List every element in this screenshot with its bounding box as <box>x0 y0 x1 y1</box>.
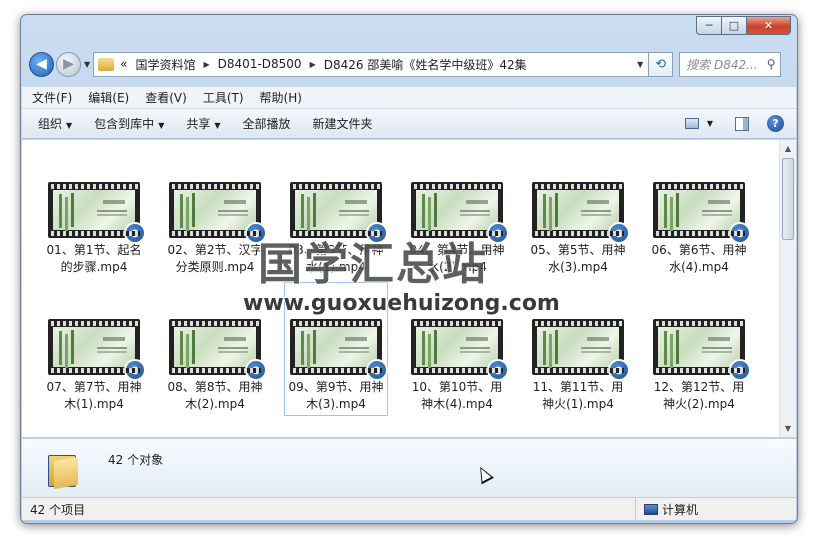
chevron-down-icon: ▼ <box>158 121 165 130</box>
media-player-icon: ● <box>729 359 751 381</box>
file-name: 11、第11节、用神火(1).mp4 <box>532 380 624 411</box>
location-indicator: 计算机 <box>635 498 698 520</box>
file-item[interactable]: ● 05、第5节、用神水(3).mp4 <box>526 182 630 276</box>
media-player-icon: ● <box>487 222 509 244</box>
media-player-icon: ● <box>124 222 146 244</box>
object-count: 42 个对象 <box>108 453 164 467</box>
view-mode-icon[interactable] <box>684 118 699 129</box>
menu-tools[interactable]: 工具(T) <box>203 89 244 106</box>
address-bar[interactable]: « 国学资料馆 ▶ D8401-D8500 ▶ D8426 邵美喻《姓名学中级班… <box>93 51 650 77</box>
include-label: 包含到库中 <box>94 117 155 131</box>
media-player-icon: ● <box>608 222 630 244</box>
menu-edit[interactable]: 编辑(E) <box>88 89 129 106</box>
computer-label: 计算机 <box>662 502 699 517</box>
file-item[interactable]: ● 07、第7节、用神木(1).mp4 <box>42 319 146 413</box>
file-name: 12、第12节、用神火(2).mp4 <box>653 380 745 411</box>
help-icon[interactable]: ? <box>767 115 784 132</box>
command-bar: 组织 ▼ 包含到库中 ▼ 共享 ▼ 全部播放 新建文件夹 ▼ ? <box>22 109 796 139</box>
menu-bar: 文件(F) 编辑(E) 查看(V) 工具(T) 帮助(H) <box>22 87 796 109</box>
file-name: 02、第2节、汉字分类原则.mp4 <box>167 243 263 274</box>
file-name: 10、第10节、用神木(4).mp4 <box>411 380 503 411</box>
file-item[interactable]: ● 06、第6节、用神水(4).mp4 <box>647 182 751 276</box>
chevron-down-icon: ▼ <box>66 121 73 130</box>
organize-label: 组织 <box>38 117 63 131</box>
computer-icon <box>644 503 658 515</box>
video-thumbnail: ● <box>411 319 509 381</box>
menu-view[interactable]: 查看(V) <box>145 89 187 106</box>
video-thumbnail: ● <box>48 319 146 381</box>
file-name: 06、第6节、用神水(4).mp4 <box>651 243 747 274</box>
video-thumbnail: ● <box>48 182 146 244</box>
minimize-button[interactable]: ─ <box>696 16 722 35</box>
video-thumbnail: ● <box>169 319 267 381</box>
breadcrumb-overflow[interactable]: « <box>120 57 127 71</box>
media-player-icon: ● <box>729 222 751 244</box>
breadcrumb-item-library[interactable]: 国学资料馆 <box>136 56 196 73</box>
media-player-icon: ● <box>366 359 388 381</box>
new-folder-button[interactable]: 新建文件夹 <box>313 115 373 132</box>
share-label: 共享 <box>186 117 211 131</box>
file-item[interactable]: ● 10、第10节、用神木(4).mp4 <box>405 319 509 413</box>
view-dropdown-icon[interactable]: ▼ <box>707 119 713 128</box>
search-placeholder: 搜索 D842... <box>686 57 758 72</box>
file-item[interactable]: ● 11、第11节、用神火(1).mp4 <box>526 319 630 413</box>
address-dropdown-icon[interactable]: ▼ <box>632 60 648 69</box>
media-player-icon: ● <box>608 359 630 381</box>
menu-file[interactable]: 文件(F) <box>32 89 72 106</box>
file-name: 08、第8节、用神木(2).mp4 <box>167 380 263 411</box>
video-thumbnail: ● <box>532 182 630 244</box>
chevron-right-icon[interactable]: ▶ <box>310 60 316 69</box>
video-thumbnail: ● <box>290 319 388 381</box>
video-thumbnail: ● <box>169 182 267 244</box>
menu-help[interactable]: 帮助(H) <box>260 89 302 106</box>
video-thumbnail: ● <box>653 182 751 244</box>
file-name: 09、第9节、用神木(3).mp4 <box>288 380 384 411</box>
search-icon[interactable]: ⚲ <box>762 57 780 71</box>
watermark-url: www.guoxuehuizong.com <box>243 291 560 316</box>
scroll-up-icon[interactable]: ▲ <box>780 140 796 157</box>
video-thumbnail: ● <box>532 319 630 381</box>
breadcrumb-item-current[interactable]: D8426 邵美喻《姓名学中级班》42集 <box>324 56 527 73</box>
vertical-scrollbar[interactable]: ▲ ▼ <box>779 140 796 437</box>
media-player-icon: ● <box>487 359 509 381</box>
refresh-button[interactable]: ⟲ <box>649 51 674 77</box>
media-player-icon: ● <box>245 359 267 381</box>
play-all-button[interactable]: 全部播放 <box>243 115 291 132</box>
breadcrumb-item-range[interactable]: D8401-D8500 <box>218 57 302 71</box>
recent-pages-dropdown[interactable]: ▼ <box>84 60 90 69</box>
include-in-library-button[interactable]: 包含到库中 ▼ <box>94 115 164 132</box>
file-name: 05、第5节、用神水(3).mp4 <box>530 243 626 274</box>
navigation-bar: ◀ ▶ ▼ « 国学资料馆 ▶ D8401-D8500 ▶ D8426 邵美喻《… <box>29 47 791 81</box>
mouse-cursor-icon <box>474 463 494 485</box>
close-button[interactable]: ✕ <box>747 16 791 35</box>
video-thumbnail: ● <box>653 319 751 381</box>
file-item[interactable]: ● 02、第2节、汉字分类原则.mp4 <box>163 182 267 276</box>
file-item[interactable]: ● 01、第1节、起名的步骤.mp4 <box>42 182 146 276</box>
chevron-down-icon: ▼ <box>214 121 221 130</box>
file-name: 07、第7节、用神木(1).mp4 <box>46 380 142 411</box>
file-item[interactable]: ● 12、第12节、用神火(2).mp4 <box>647 319 751 413</box>
view-controls: ▼ ? <box>684 115 784 132</box>
media-player-icon: ● <box>124 359 146 381</box>
preview-pane-icon[interactable] <box>735 116 749 131</box>
back-button[interactable]: ◀ <box>29 51 54 77</box>
search-input[interactable]: 搜索 D842... ⚲ <box>679 51 782 77</box>
item-count: 42 个项目 <box>30 502 86 517</box>
status-bar: 42 个项目 计算机 <box>22 497 796 520</box>
organize-button[interactable]: 组织 ▼ <box>38 115 72 132</box>
file-item[interactable]: ● 08、第8节、用神木(2).mp4 <box>163 319 267 413</box>
folder-icon <box>48 451 80 490</box>
forward-button[interactable]: ▶ <box>56 51 81 77</box>
details-pane: 42 个对象 <box>22 438 796 497</box>
share-button[interactable]: 共享 ▼ <box>186 115 220 132</box>
scroll-down-icon[interactable]: ▼ <box>780 420 796 437</box>
chevron-right-icon[interactable]: ▶ <box>204 60 210 69</box>
scrollbar-thumb[interactable] <box>782 158 794 240</box>
refresh-icon: ⟲ <box>655 56 667 72</box>
caption-buttons: ─ □ ✕ <box>696 16 791 35</box>
maximize-button[interactable]: □ <box>722 16 747 35</box>
folder-icon <box>98 57 115 71</box>
file-name: 01、第1节、起名的步骤.mp4 <box>46 243 142 274</box>
watermark-title: 国学汇总站 <box>258 239 488 290</box>
